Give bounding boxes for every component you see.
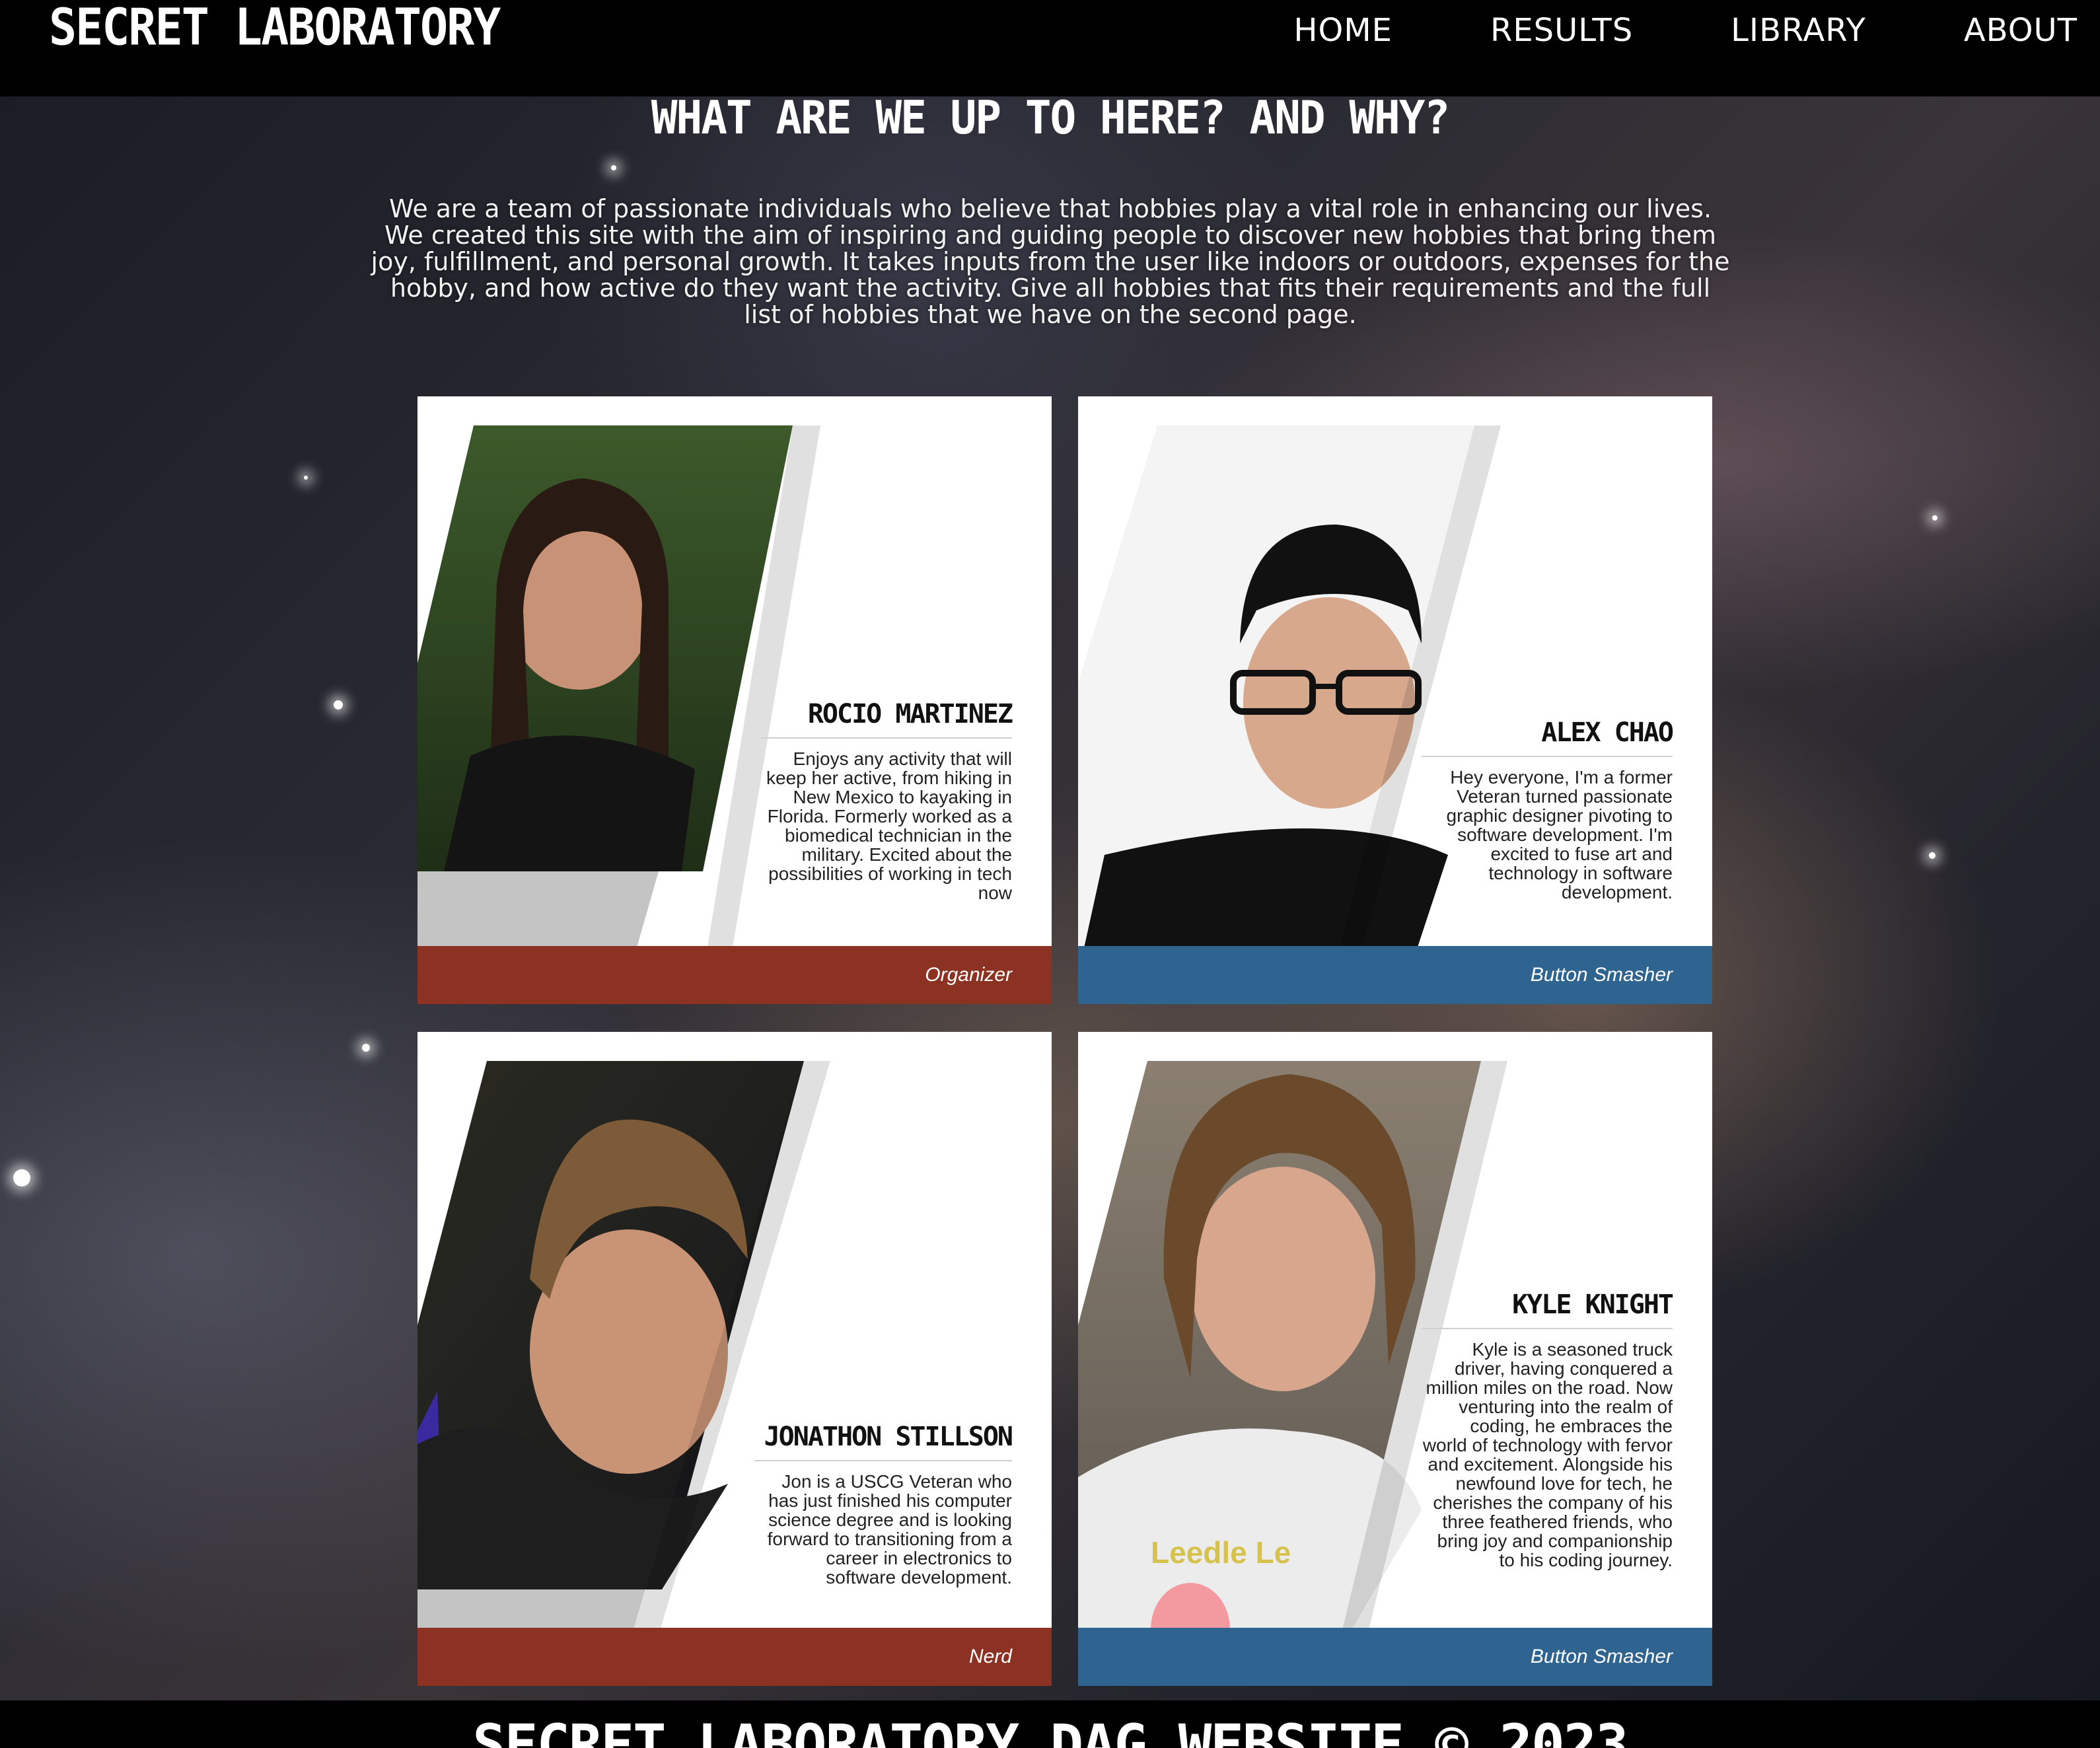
- member-bio: Hey everyone, I'm a former Veteran turne…: [1446, 767, 1673, 902]
- intro-text: We are a team of passionate individuals …: [371, 194, 1730, 329]
- role-bar: Nerd: [417, 1628, 1052, 1686]
- nav-results-link[interactable]: RESULTS: [1490, 12, 1633, 49]
- footer-copyright: SECRET LABORATORY DAG WEBSITE © 2023: [472, 1712, 1629, 1748]
- nav-library-link[interactable]: LIBRARY: [1731, 12, 1866, 49]
- main-nav: HOME RESULTS LIBRARY ABOUT: [1293, 12, 2078, 49]
- role-bar: Button Smasher: [1078, 946, 1712, 1004]
- nav-about-link[interactable]: ABOUT: [1964, 12, 2078, 49]
- member-name: ALEX CHAO: [1422, 717, 1674, 757]
- profile-photo-jonathon: [417, 1061, 830, 1657]
- member-bio: Jon is a USCG Veteran who has just finis…: [767, 1471, 1012, 1587]
- team-card-alex: ALEX CHAO Hey everyone, I'm a former Vet…: [1078, 396, 1712, 1004]
- role-bar: Organizer: [417, 946, 1052, 1004]
- site-header: SECRET LABORATORY HOME RESULTS LIBRARY A…: [0, 0, 2100, 96]
- member-role: Button Smasher: [1530, 964, 1673, 986]
- member-name: KYLE KNIGHT: [1422, 1290, 1674, 1329]
- member-name: ROCIO MARTINEZ: [761, 699, 1013, 739]
- member-bio: Kyle is a seasoned truck driver, having …: [1422, 1339, 1673, 1570]
- nav-home-link[interactable]: HOME: [1293, 12, 1393, 49]
- member-name: JONATHON STILLSON: [754, 1422, 1013, 1461]
- intro-title: WHAT ARE WE UP TO HERE? AND WHY?: [651, 91, 1451, 145]
- team-card-rocio: ROCIO MARTINEZ Enjoys any activity that …: [417, 396, 1052, 1004]
- card-info-kyle: KYLE KNIGHT Kyle is a seasoned truck dri…: [1422, 1290, 1674, 1570]
- svg-text:Leedle Le: Leedle Le: [1151, 1535, 1291, 1570]
- team-card-kyle: Leedle Le KYLE KNIGHT Kyle is a seasoned…: [1078, 1032, 1712, 1686]
- member-role: Organizer: [925, 964, 1012, 986]
- role-bar: Button Smasher: [1078, 1628, 1712, 1686]
- site-footer: SECRET LABORATORY DAG WEBSITE © 2023: [0, 1700, 2100, 1748]
- member-bio: Enjoys any activity that will keep her a…: [766, 748, 1012, 903]
- team-card-jonathon: JONATHON STILLSON Jon is a USCG Veteran …: [417, 1032, 1052, 1686]
- member-role: Button Smasher: [1530, 1646, 1673, 1667]
- member-role: Nerd: [968, 1646, 1012, 1667]
- card-info-jonathon: JONATHON STILLSON Jon is a USCG Veteran …: [754, 1422, 1013, 1587]
- card-info-rocio: ROCIO MARTINEZ Enjoys any activity that …: [761, 699, 1013, 903]
- profile-photo-alex: [1078, 425, 1501, 975]
- card-info-alex: ALEX CHAO Hey everyone, I'm a former Vet…: [1422, 717, 1674, 902]
- site-logo[interactable]: SECRET LABORATORY: [49, 0, 501, 57]
